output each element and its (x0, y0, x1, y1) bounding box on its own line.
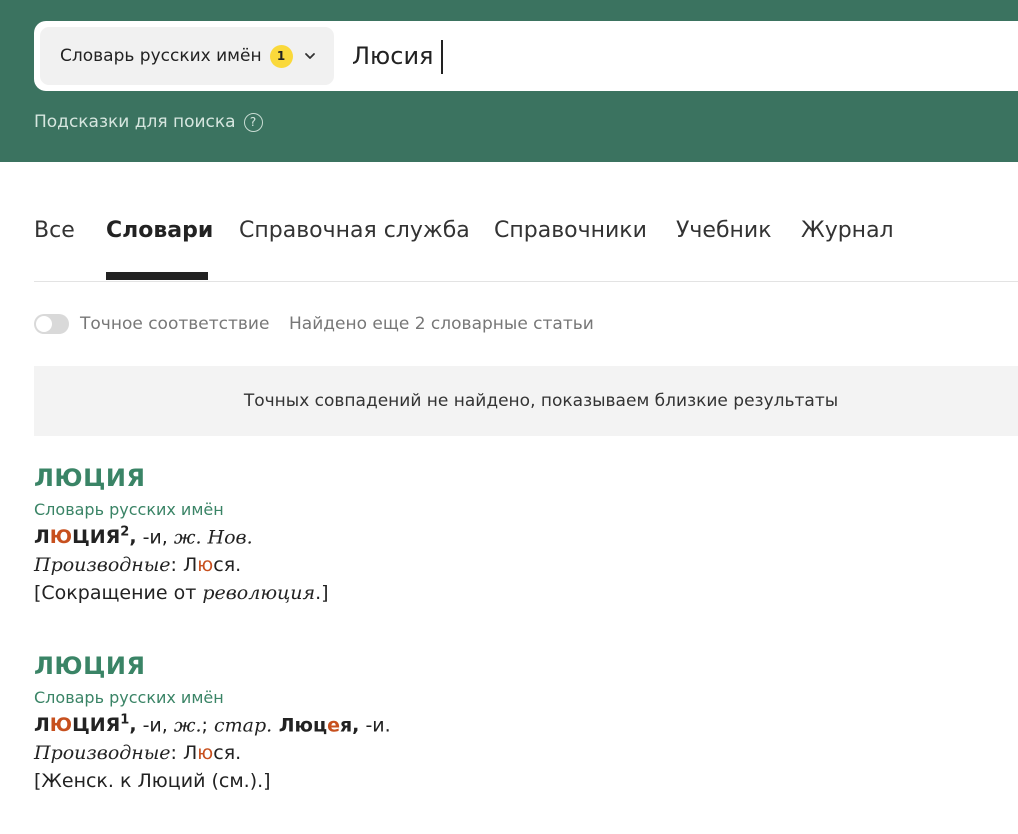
stressed-letter: ю (197, 742, 214, 765)
archaic-mark: стар. (213, 714, 273, 737)
stressed-letter: ю (197, 554, 214, 577)
toggle-knob (36, 316, 52, 332)
text-caret (441, 40, 443, 74)
selected-count-badge: 1 (269, 44, 293, 68)
exact-match-toggle[interactable] (34, 314, 69, 334)
stressed-letter: Ю (49, 526, 73, 549)
header: Словарь русских имён 1 Подсказки для пои… (0, 0, 1018, 162)
grammar-marks: ж. Нов. (173, 526, 253, 549)
grammar-info: -и, (136, 526, 174, 549)
homonym-index: 1 (120, 713, 130, 728)
stressed-letter: Ю (49, 714, 73, 737)
derived-form: Люся. (183, 554, 242, 577)
entry-source[interactable]: Словарь русских имён (34, 688, 1014, 707)
section-tabs: Все Словари Справочная служба Справочник… (34, 214, 1018, 282)
headword: ЛЮЦИЯ1, (34, 713, 137, 737)
variant-grammar: -и. (359, 714, 391, 737)
tab-textbook[interactable]: Учебник (676, 218, 771, 243)
help-icon: ? (243, 112, 263, 132)
search-hints-link[interactable]: Подсказки для поиска ? (34, 112, 263, 132)
grammar-info: -и, (136, 714, 174, 737)
tab-help-service[interactable]: Справочная служба (239, 218, 470, 243)
etymology-word: революция (202, 582, 316, 605)
stressed-letter: е (327, 714, 340, 737)
search-input[interactable] (352, 33, 992, 79)
entry-source[interactable]: Словарь русских имён (34, 500, 1014, 519)
homonym-index: 2 (120, 525, 130, 540)
headword: ЛЮЦИЯ2, (34, 525, 137, 549)
entry-headword-line: ЛЮЦИЯ2, -и, ж. Нов. (34, 525, 1014, 548)
dictionary-entry: ЛЮЦИЯ Словарь русских имён ЛЮЦИЯ1, -и, ж… (34, 652, 1014, 792)
entry-headword-line: ЛЮЦИЯ1, -и, ж.; стар. Люцея, -и. (34, 713, 391, 737)
dictionary-entry: ЛЮЦИЯ Словарь русских имён ЛЮЦИЯ2, -и, ж… (34, 464, 1014, 604)
dictionary-select[interactable]: Словарь русских имён 1 (40, 27, 334, 85)
variant-form: Люцея, (272, 714, 360, 737)
notice-text: Точных совпадений не найдено, показываем… (243, 391, 839, 411)
no-exact-matches-notice: Точных совпадений не найдено, показываем… (34, 366, 1018, 436)
tab-dictionaries[interactable]: Словари (106, 218, 213, 243)
tab-references[interactable]: Справочники (494, 218, 647, 243)
entry-etymology-line: [Сокращение от революция.] (34, 582, 329, 605)
derived-label: Производные (34, 742, 171, 765)
active-tab-indicator (106, 272, 208, 280)
exact-match-label: Точное соответствие (80, 314, 270, 334)
derived-form: Люся. (183, 742, 242, 765)
entry-derived-line: Производные: Люся. (34, 554, 242, 577)
tab-journal[interactable]: Журнал (801, 218, 894, 243)
entry-title[interactable]: ЛЮЦИЯ (34, 464, 1014, 492)
chevron-down-icon (303, 49, 317, 63)
found-more-link[interactable]: Найдено еще 2 словарные статьи (289, 314, 594, 334)
dictionary-select-label: Словарь русских имён (60, 46, 262, 66)
entry-title[interactable]: ЛЮЦИЯ (34, 652, 1014, 680)
grammar-marks: ж. (173, 714, 202, 737)
entry-derived-line: Производные: Люся. (34, 742, 242, 765)
entry-etymology-line: [Женск. к Люций (см.).] (34, 770, 271, 793)
search-bar: Словарь русских имён 1 (34, 21, 1018, 91)
search-hints-label: Подсказки для поиска (34, 112, 236, 132)
tab-all[interactable]: Все (34, 218, 75, 243)
derived-label: Производные (34, 554, 171, 577)
